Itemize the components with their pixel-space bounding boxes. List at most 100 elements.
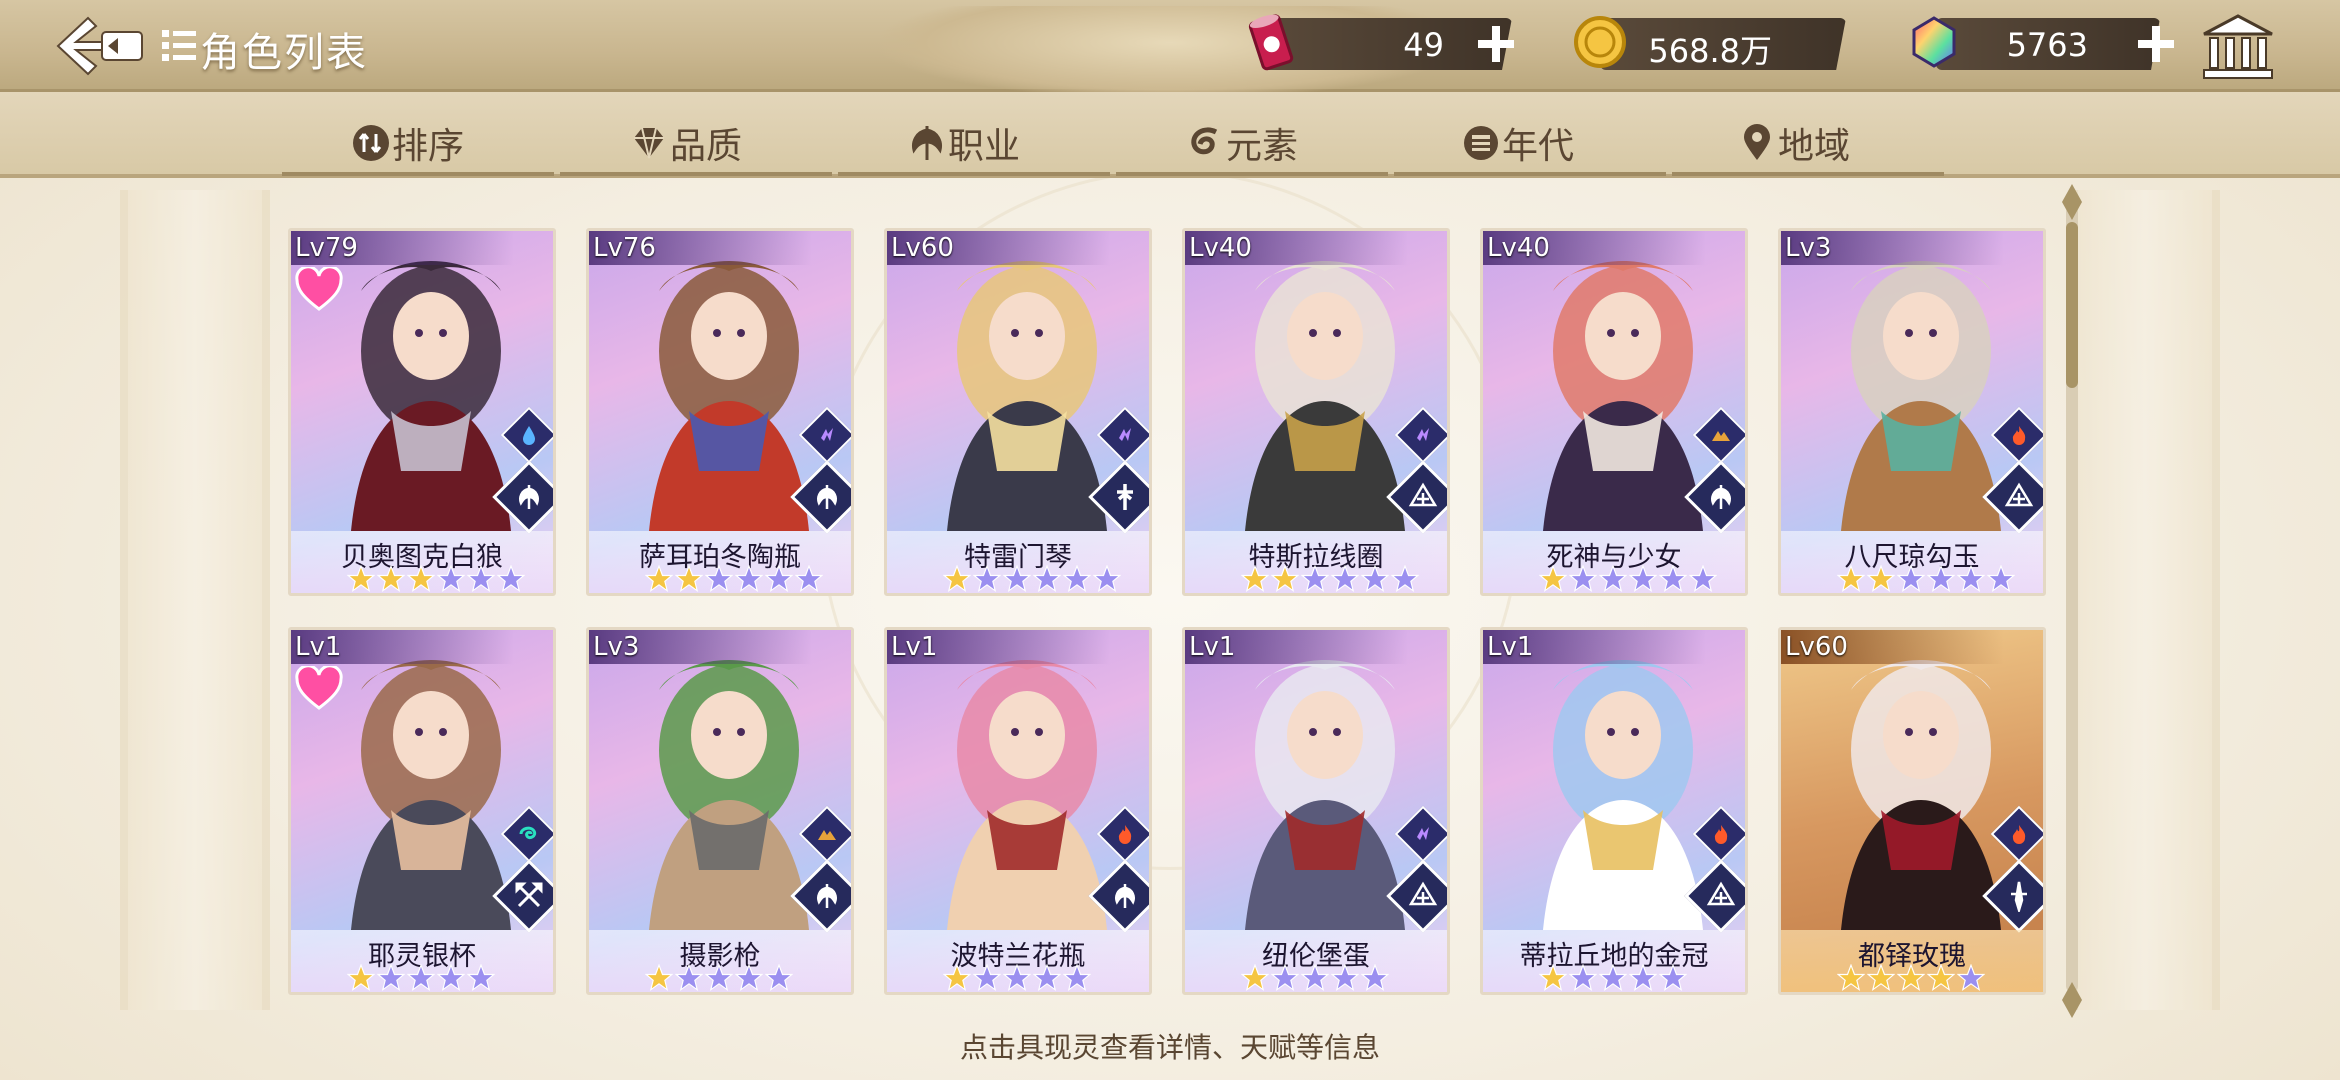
level-label: Lv1 [1185, 630, 1447, 664]
level-text: Lv3 [1785, 233, 1832, 263]
star-icon [705, 565, 733, 593]
add-ticket-button[interactable] [1474, 22, 1518, 66]
scroll-top-finial-icon [2062, 184, 2082, 220]
star-icon [407, 565, 435, 593]
star-icon [1391, 565, 1419, 593]
star-icon [1271, 565, 1299, 593]
melee-class-icon [1711, 485, 1731, 509]
tab-element-label: 元素 [1226, 126, 1299, 167]
character-card[interactable]: Lv3 摄影枪 [586, 627, 854, 995]
thunder-element-icon [821, 428, 833, 441]
melee-class-icon [817, 485, 837, 509]
tab-region[interactable]: 地域 [1738, 118, 1850, 168]
level-text: Lv1 [1189, 632, 1236, 662]
star-icon [1599, 964, 1627, 992]
tab-divider [1394, 172, 1666, 176]
star-icon [675, 964, 703, 992]
museum-button[interactable] [2200, 14, 2276, 80]
character-card[interactable]: Lv1 波特兰花瓶 [884, 627, 1152, 995]
tab-element[interactable]: 元素 [1186, 118, 1298, 168]
assassin-class-icon [2011, 881, 2027, 912]
star-icon [973, 565, 1001, 593]
star-icon [1003, 964, 1031, 992]
footer-hint: 点击具现灵查看详情、天赋等信息 [959, 1031, 1380, 1064]
sort-icon [353, 125, 389, 161]
star-rating [1539, 565, 1717, 593]
tab-profession[interactable]: 职业 [908, 118, 1020, 168]
star-icon [1003, 565, 1031, 593]
mage-class-icon [2004, 482, 2034, 507]
star-icon [1629, 964, 1657, 992]
character-card[interactable]: Lv1 纽伦堡蛋 [1182, 627, 1450, 995]
star-icon [943, 964, 971, 992]
level-label: Lv40 [1483, 231, 1745, 265]
gem-resource-counter: 5763 [1936, 18, 2160, 70]
tab-era[interactable]: 年代 [1462, 118, 1574, 168]
star-icon [1063, 964, 1091, 992]
mage-class-icon [1408, 881, 1438, 906]
star-icon [1837, 964, 1865, 992]
level-label: Lv40 [1185, 231, 1447, 265]
star-icon [735, 964, 763, 992]
star-icon [467, 964, 495, 992]
character-card[interactable]: Lv60 特雷门琴 [884, 228, 1152, 596]
name-band: 耶灵银杯 [291, 930, 553, 992]
star-icon [1689, 565, 1717, 593]
add-gem-button[interactable] [2134, 22, 2178, 66]
tab-divider [560, 172, 832, 176]
star-icon [1241, 565, 1269, 593]
character-card[interactable]: Lv1 蒂拉丘地的金冠 [1480, 627, 1748, 995]
star-icon [1033, 565, 1061, 593]
star-icon [1361, 565, 1389, 593]
top-bar: 角色列表 49 568.8万 5763 [0, 0, 2340, 98]
gold-resource-counter: 568.8万 [1600, 18, 1846, 70]
character-card[interactable]: Lv79 贝奥图克白狼 [288, 228, 556, 596]
tab-region-label: 地域 [1778, 126, 1851, 167]
back-button[interactable] [52, 14, 146, 78]
star-icon [1927, 565, 1955, 593]
water-element-icon [523, 426, 535, 445]
tab-quality[interactable]: 品质 [630, 118, 742, 168]
star-icon [1957, 565, 1985, 593]
tab-sort[interactable]: 排序 [352, 118, 464, 168]
star-icon [1897, 964, 1925, 992]
star-icon [1033, 964, 1061, 992]
gem-count: 5763 [2006, 26, 2088, 64]
melee-class-icon [519, 485, 539, 509]
star-rating [1837, 964, 1985, 992]
earth-element-icon [1712, 431, 1730, 441]
era-icon [1464, 126, 1498, 160]
name-band: 特雷门琴 [887, 531, 1149, 593]
star-icon [1897, 565, 1925, 593]
character-card[interactable]: Lv60 都铎玫瑰 [1778, 627, 2046, 995]
star-icon [347, 964, 375, 992]
tab-divider [282, 172, 554, 176]
character-card[interactable]: Lv40 特斯拉线圈 [1182, 228, 1450, 596]
level-text: Lv40 [1189, 233, 1252, 263]
plus-icon [2138, 26, 2174, 62]
tab-divider [838, 172, 1110, 176]
character-card[interactable]: Lv76 萨耳珀冬陶瓶 [586, 228, 854, 596]
name-band: 萨耳珀冬陶瓶 [589, 531, 851, 593]
character-card[interactable]: Lv40 死神与少女 [1480, 228, 1748, 596]
name-band: 波特兰花瓶 [887, 930, 1149, 992]
character-card[interactable]: Lv1 耶灵银杯 [288, 627, 556, 995]
star-icon [1629, 565, 1657, 593]
ticket-can-icon [1242, 10, 1302, 74]
gold-coin-icon [1572, 14, 1632, 78]
star-icon [467, 565, 495, 593]
star-icon [377, 565, 405, 593]
thunder-element-icon [1417, 827, 1429, 840]
scrollbar-thumb[interactable] [2066, 222, 2078, 388]
rainbow-gem-icon [1906, 14, 1966, 78]
name-band: 贝奥图克白狼 [291, 531, 553, 593]
star-icon [407, 964, 435, 992]
tab-era-label: 年代 [1502, 126, 1575, 167]
character-card[interactable]: Lv3 八尺琼勾玉 [1778, 228, 2046, 596]
star-rating [1539, 964, 1687, 992]
quality-gem-icon [634, 127, 664, 159]
fire-element-icon [2012, 426, 2026, 445]
level-text: Lv1 [1487, 632, 1534, 662]
plus-icon [1478, 26, 1514, 62]
star-icon [1927, 964, 1955, 992]
